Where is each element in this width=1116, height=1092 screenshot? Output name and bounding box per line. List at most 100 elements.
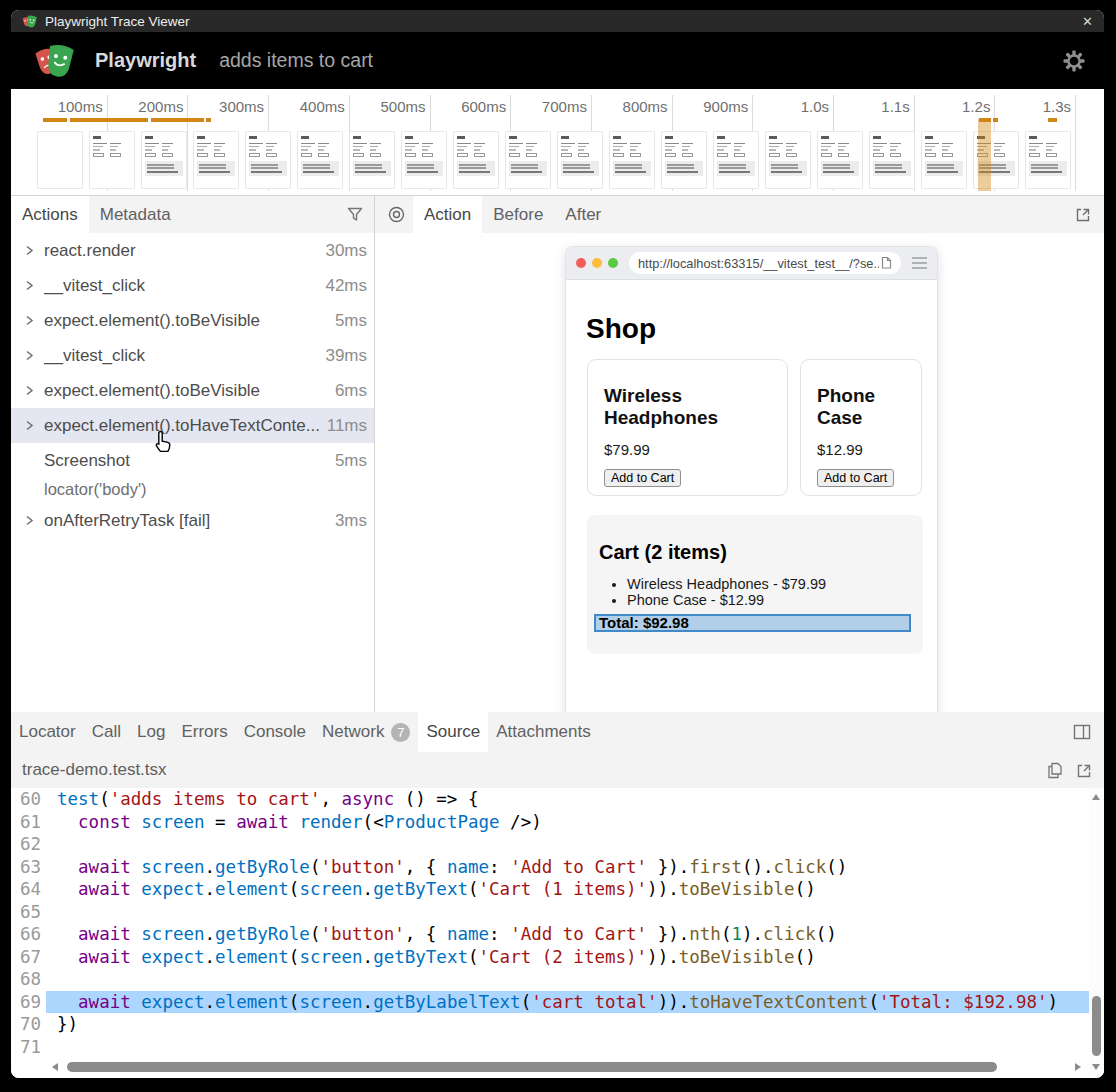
timeline-frame[interactable] (349, 131, 395, 189)
add-to-cart-button[interactable]: Add to Cart (604, 469, 681, 487)
horizontal-scroll-thumb[interactable] (67, 1062, 997, 1072)
timeline-label: 700ms (517, 98, 587, 115)
chevron-right-icon[interactable] (24, 350, 44, 361)
tab-locator[interactable]: Locator (11, 712, 84, 752)
chevron-right-icon[interactable] (24, 385, 44, 396)
shop-heading: Shop (586, 313, 656, 345)
action-row[interactable]: __vitest_click39ms (11, 338, 374, 373)
chevron-right-icon[interactable] (24, 515, 44, 526)
tab-action[interactable]: Action (413, 196, 482, 233)
action-name: expect.element().toBeVisible (44, 381, 260, 401)
tab-label: After (565, 205, 601, 225)
add-to-cart-button[interactable]: Add to Cart (817, 469, 894, 487)
timeline-frame[interactable] (765, 131, 811, 189)
code-text (46, 901, 1089, 924)
tab-attachments[interactable]: Attachments (488, 712, 599, 752)
action-row[interactable]: expect.element().toBeVisible5ms (11, 303, 374, 338)
tab-after[interactable]: After (554, 196, 612, 233)
action-row[interactable]: react.render30ms (11, 233, 374, 268)
chevron-right-icon[interactable] (24, 420, 44, 431)
timeline-label: 800ms (598, 98, 668, 115)
timeline-frame[interactable] (245, 131, 291, 189)
tab-source[interactable]: Source (418, 712, 488, 752)
line-number: 67 (11, 946, 46, 969)
tab-actions[interactable]: Actions (11, 196, 89, 233)
url-text: http://localhost:63315/__vitest_test__/?… (638, 256, 879, 271)
action-row[interactable]: expect.element().toHaveTextConte...11ms (11, 408, 374, 443)
tab-label: Actions (22, 205, 78, 225)
trace-viewer-window: Playwright Trace Viewer ✕ Playwright add… (11, 10, 1104, 1078)
timeline-frame[interactable] (193, 131, 239, 189)
actions-panel: ActionsMetadata react.render30ms__vitest… (11, 196, 375, 712)
code-line: 66 await screen.getByRole('button', { na… (11, 923, 1104, 946)
traffic-light-yellow (592, 258, 602, 268)
action-duration: 11ms (327, 416, 374, 436)
tab-metadata[interactable]: Metadata (89, 196, 182, 233)
action-name: react.render (44, 241, 136, 261)
copy-url-icon[interactable] (879, 256, 892, 271)
snapshot-tabstrip: ActionBefore After (375, 196, 1104, 233)
action-row[interactable]: Screenshot5ms (11, 443, 374, 478)
line-number: 68 (11, 968, 46, 991)
code-line: 64 await expect.element(screen.getByText… (11, 878, 1104, 901)
timeline-frame[interactable] (89, 131, 135, 189)
tab-console[interactable]: Console (236, 712, 314, 752)
gear-icon[interactable] (1063, 50, 1085, 72)
timeline-frame[interactable] (505, 131, 551, 189)
timeline-frame[interactable] (557, 131, 603, 189)
code-text: test('adds items to cart', async () => { (46, 788, 1089, 811)
timeline-frame[interactable] (37, 131, 83, 189)
timeline-frame[interactable] (869, 131, 915, 189)
timeline-frame[interactable] (453, 131, 499, 189)
timeline-frame[interactable] (609, 131, 655, 189)
open-external-icon[interactable] (1075, 196, 1092, 233)
toggle-columns-icon[interactable] (1073, 712, 1091, 752)
filter-icon[interactable] (347, 196, 363, 233)
code-line: 70}) (11, 1013, 1104, 1036)
timeline-frame[interactable] (713, 131, 759, 189)
vertical-scrollbar (1089, 788, 1104, 1076)
timeline[interactable]: 100ms200ms300ms400ms500ms600ms700ms800ms… (11, 89, 1104, 196)
tab-label: Metadata (100, 205, 171, 225)
timeline-action-bar (206, 118, 211, 122)
tab-network[interactable]: Network7 (314, 712, 418, 752)
action-row[interactable]: onAfterRetryTask [fail]3ms (11, 503, 374, 538)
action-duration: 3ms (335, 511, 374, 531)
timeline-label: 200ms (113, 98, 183, 115)
tab-label: Network (322, 722, 384, 742)
tab-label: Attachments (496, 722, 591, 742)
source-code: 60test('adds items to cart', async () =>… (11, 788, 1104, 1058)
timeline-frame[interactable] (661, 131, 707, 189)
timeline-frame[interactable] (921, 131, 967, 189)
action-row[interactable]: expect.element().toBeVisible 6ms (11, 373, 374, 408)
scroll-left-arrow[interactable] (52, 1063, 58, 1071)
timeline-frame[interactable] (1025, 131, 1071, 189)
tab-errors[interactable]: Errors (173, 712, 235, 752)
close-icon[interactable]: ✕ (1082, 15, 1093, 28)
open-source-external-icon[interactable] (1076, 762, 1093, 779)
tab-call[interactable]: Call (84, 712, 129, 752)
timeline-tick (1075, 95, 1076, 191)
scroll-right-arrow[interactable] (1075, 1063, 1081, 1071)
timeline-frame[interactable] (141, 131, 187, 189)
action-row[interactable]: __vitest_click42ms (11, 268, 374, 303)
tab-label: Errors (181, 722, 227, 742)
scroll-up-arrow[interactable] (1092, 794, 1100, 800)
timeline-frame[interactable] (401, 131, 447, 189)
scroll-down-arrow[interactable] (1092, 1064, 1100, 1070)
timeline-label: 300ms (194, 98, 264, 115)
timeline-label: 1.2s (920, 98, 990, 115)
tab-before[interactable]: Before (482, 196, 554, 233)
code-text (46, 968, 1089, 991)
timeline-frame[interactable] (817, 131, 863, 189)
chevron-right-icon[interactable] (24, 315, 44, 326)
action-duration: 6ms (335, 381, 374, 401)
chevron-right-icon[interactable] (24, 280, 44, 291)
code-line: 71 (11, 1036, 1104, 1059)
tab-log[interactable]: Log (129, 712, 173, 752)
copy-file-icon[interactable] (1047, 762, 1063, 779)
chevron-right-icon[interactable] (24, 245, 44, 256)
pick-locator-icon[interactable] (388, 196, 405, 233)
timeline-frame[interactable] (297, 131, 343, 189)
vertical-scroll-thumb[interactable] (1092, 996, 1101, 1056)
